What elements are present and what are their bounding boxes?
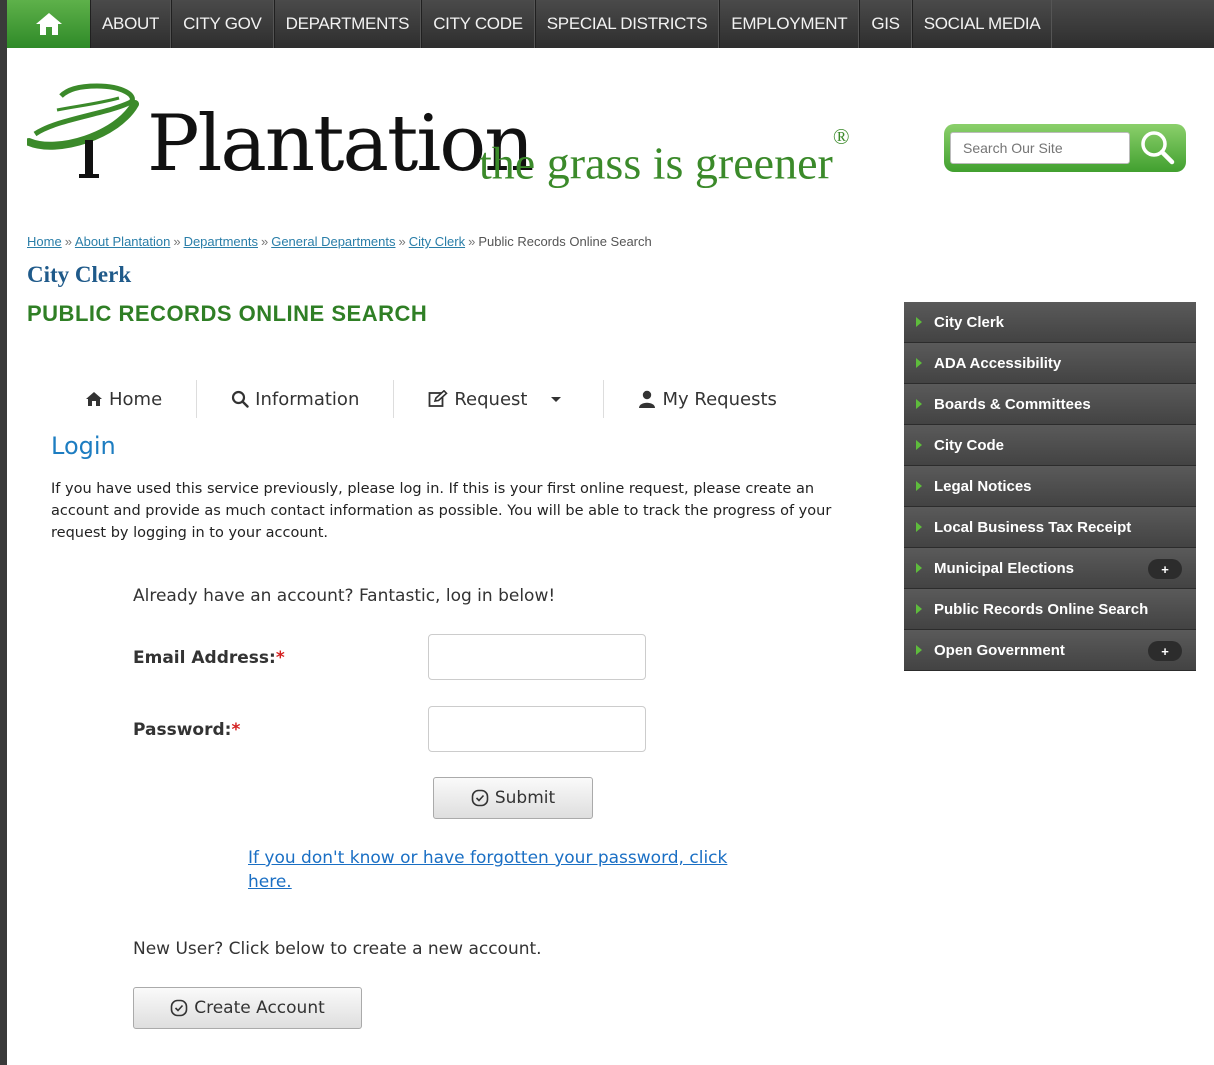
arrow-right-icon — [916, 399, 922, 409]
sidebar-item-public-records[interactable]: Public Records Online Search — [904, 589, 1196, 630]
tab-request-label: Request — [454, 388, 528, 410]
sidebar-item-label: Public Records Online Search — [934, 600, 1149, 618]
sidebar-item-ada-accessibility[interactable]: ADA Accessibility — [904, 343, 1196, 384]
login-intro: If you have used this service previously… — [51, 481, 832, 541]
nav-departments[interactable]: DEPARTMENTS — [273, 0, 422, 48]
nav-about[interactable]: ABOUT — [90, 0, 172, 48]
new-user-prompt: New User? Click below to create a new ac… — [133, 939, 542, 959]
caret-down-icon — [551, 397, 562, 402]
nav-city-gov[interactable]: CITY GOV — [171, 0, 274, 48]
required-mark: * — [231, 720, 241, 740]
breadcrumb-departments[interactable]: Departments — [184, 234, 258, 249]
arrow-right-icon — [916, 563, 922, 573]
sidebar-item-open-government[interactable]: Open Government + — [904, 630, 1196, 671]
search-input[interactable] — [950, 132, 1130, 164]
email-label-text: Email Address: — [133, 648, 276, 668]
required-mark: * — [275, 648, 285, 668]
sidebar-item-city-clerk[interactable]: City Clerk — [904, 302, 1196, 343]
breadcrumb-separator: » — [468, 234, 476, 249]
site-search — [944, 124, 1186, 172]
breadcrumb: Home» About Plantation» Departments» Genera… — [27, 234, 652, 249]
submit-button-label: Submit — [494, 788, 556, 808]
breadcrumb-separator: » — [260, 234, 269, 249]
forgot-password-link[interactable]: If you don't know or have forgotten your… — [248, 846, 768, 894]
search-icon — [1141, 131, 1175, 165]
sidebar-nav: City Clerk ADA Accessibility Boards & Co… — [904, 302, 1196, 671]
password-label: Password:* — [133, 720, 240, 740]
expand-button[interactable]: + — [1148, 641, 1182, 661]
tab-request[interactable]: Request — [394, 380, 605, 418]
tab-information[interactable]: Information — [197, 380, 395, 418]
tab-home-label: Home — [109, 388, 163, 410]
home-icon — [86, 392, 102, 406]
section-title: City Clerk — [27, 262, 132, 287]
email-label: Email Address:* — [133, 648, 285, 668]
tab-home[interactable]: Home — [51, 380, 198, 418]
sidebar-item-legal-notices[interactable]: Legal Notices — [904, 466, 1196, 507]
sidebar-item-label: ADA Accessibility — [934, 354, 1062, 372]
registered-mark: ® — [832, 124, 850, 149]
arrow-right-icon — [916, 604, 922, 614]
page-title: PUBLIC RECORDS ONLINE SEARCH — [27, 301, 428, 326]
nav-special-districts[interactable]: SPECIAL DISTRICTS — [534, 0, 720, 48]
sidebar-item-label: Boards & Committees — [934, 395, 1091, 413]
breadcrumb-home[interactable]: Home — [27, 234, 62, 249]
nav-social-media[interactable]: SOCIAL MEDIA — [911, 0, 1053, 48]
sidebar-item-label: Legal Notices — [934, 477, 1032, 495]
password-label-text: Password: — [133, 720, 232, 740]
page: ABOUT CITY GOV DEPARTMENTS CITY CODE SPE… — [7, 0, 1214, 1065]
expand-button[interactable]: + — [1148, 559, 1182, 579]
breadcrumb-current: Public Records Online Search — [478, 234, 652, 249]
sidebar-item-city-code[interactable]: City Code — [904, 425, 1196, 466]
top-nav: ABOUT CITY GOV DEPARTMENTS CITY CODE SPE… — [7, 0, 1214, 48]
arrow-right-icon — [916, 522, 922, 532]
site-wordmark: Plantation — [147, 99, 535, 189]
login-prompt: Already have an account? Fantastic, log … — [133, 586, 556, 606]
breadcrumb-separator: » — [398, 234, 406, 249]
arrow-right-icon — [916, 317, 922, 327]
submit-button[interactable]: Submit — [433, 777, 593, 819]
arrow-right-icon — [916, 645, 922, 655]
edit-icon — [428, 390, 449, 407]
plantation-logo[interactable] — [27, 74, 139, 180]
search-icon — [232, 390, 249, 408]
arrow-right-icon — [916, 481, 922, 491]
email-field[interactable] — [428, 634, 646, 680]
nav-city-code[interactable]: CITY CODE — [421, 0, 535, 48]
nav-employment[interactable]: EMPLOYMENT — [719, 0, 860, 48]
nav-gis[interactable]: GIS — [859, 0, 912, 48]
home-icon — [35, 13, 62, 35]
sidebar-item-local-business-tax[interactable]: Local Business Tax Receipt — [904, 507, 1196, 548]
breadcrumb-separator: » — [173, 234, 181, 249]
breadcrumb-city-clerk[interactable]: City Clerk — [409, 234, 465, 249]
login-heading: Login — [51, 432, 116, 460]
check-circle-icon — [471, 789, 489, 807]
check-circle-icon — [170, 999, 188, 1017]
arrow-right-icon — [916, 358, 922, 368]
tab-my-requests[interactable]: My Requests — [604, 380, 810, 418]
nav-home-button[interactable] — [7, 0, 90, 48]
breadcrumb-separator: » — [64, 234, 72, 249]
sidebar-item-label: Local Business Tax Receipt — [934, 518, 1132, 536]
records-tabs: Home Information Request My Requests — [51, 378, 811, 420]
sidebar-item-label: City Code — [934, 436, 1005, 454]
create-account-label: Create Account — [194, 998, 325, 1018]
tab-my-requests-label: My Requests — [662, 388, 777, 410]
breadcrumb-about[interactable]: About Plantation — [75, 234, 170, 249]
create-account-button[interactable]: Create Account — [133, 987, 362, 1029]
sidebar-item-label: City Clerk — [934, 313, 1005, 331]
site-tagline: the grass is greener® — [479, 124, 850, 189]
password-field[interactable] — [428, 706, 646, 752]
user-icon — [639, 390, 656, 408]
tab-information-label: Information — [255, 388, 360, 410]
sidebar-item-label: Open Government — [934, 641, 1065, 659]
arrow-right-icon — [916, 440, 922, 450]
tagline-text: the grass is greener — [479, 137, 833, 189]
breadcrumb-general-departments[interactable]: General Departments — [271, 234, 395, 249]
sidebar-item-boards-committees[interactable]: Boards & Committees — [904, 384, 1196, 425]
sidebar-item-label: Municipal Elections — [934, 559, 1075, 577]
sidebar-item-municipal-elections[interactable]: Municipal Elections + — [904, 548, 1196, 589]
search-button[interactable] — [1134, 128, 1180, 166]
